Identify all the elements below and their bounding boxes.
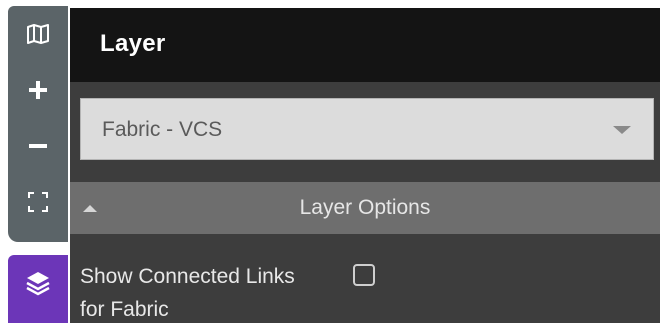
plus-icon	[29, 81, 47, 99]
map-button[interactable]	[8, 6, 68, 62]
panel-header: Layer	[70, 8, 660, 82]
zoom-out-button[interactable]	[8, 118, 68, 174]
layer-select-value: Fabric - VCS	[102, 118, 223, 141]
minus-icon	[29, 144, 47, 148]
layers-tab[interactable]	[8, 255, 68, 323]
layer-options-title: Layer Options	[299, 196, 431, 219]
layer-options-header[interactable]: Layer Options	[70, 182, 660, 234]
layers-icon	[26, 272, 50, 296]
fullscreen-button[interactable]	[8, 174, 68, 230]
show-connected-links-label: Show Connected Links for Fabric	[80, 265, 295, 321]
fullscreen-icon	[28, 192, 48, 212]
map-icon	[27, 24, 49, 44]
map-toolbar	[8, 6, 68, 242]
map-viewer: Layer Fabric - VCS Layer Options Show Co…	[0, 0, 660, 323]
chevron-down-icon	[613, 126, 631, 134]
layer-select[interactable]: Fabric - VCS	[80, 98, 654, 160]
layer-panel: Layer Fabric - VCS Layer Options Show Co…	[70, 8, 660, 323]
panel-body: Fabric - VCS Layer Options Show Connecte…	[70, 82, 660, 323]
zoom-in-button[interactable]	[8, 62, 68, 118]
show-connected-links-checkbox[interactable]	[353, 264, 375, 286]
panel-title: Layer	[100, 30, 166, 57]
